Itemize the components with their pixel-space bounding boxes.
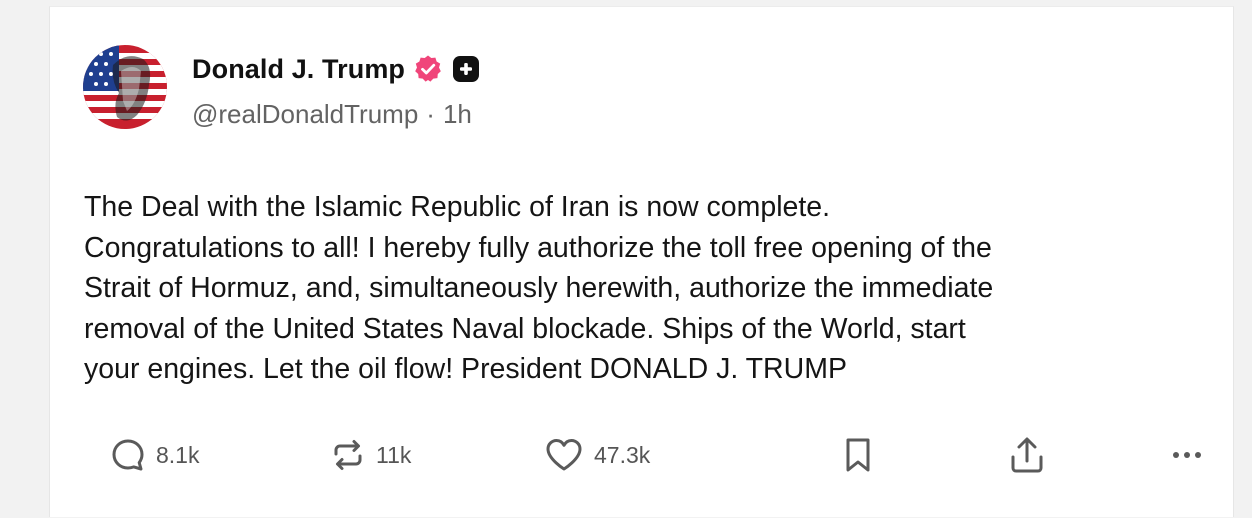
author-name[interactable]: Donald J. Trump [192, 54, 405, 85]
bookmark-icon [846, 438, 870, 472]
share-upload-icon [1011, 437, 1043, 473]
author-handle[interactable]: @realDonaldTrump [192, 99, 418, 130]
more-dots-icon [1173, 452, 1201, 458]
post-text: The Deal with the Islamic Republic of Ir… [84, 191, 994, 385]
verified-badge-icon [415, 55, 441, 82]
post-actions-bar: 8.1k 11k 47.3k [110, 427, 1201, 483]
like-button[interactable]: 47.3k [544, 427, 650, 483]
repost-count: 11k [376, 441, 412, 468]
repost-button[interactable]: 11k [330, 427, 411, 483]
author-avatar[interactable] [83, 45, 167, 129]
author-name-row: Donald J. Trump [192, 49, 480, 89]
page-background: Donald J. Trump @realDonaldTrump · 1h Th… [0, 0, 1252, 518]
post-card: Donald J. Trump @realDonaldTrump · 1h Th… [49, 6, 1234, 517]
separator-dot: · [426, 99, 435, 129]
share-button[interactable] [1008, 427, 1046, 483]
repost-arrows-icon [334, 440, 362, 470]
more-options-button[interactable] [1172, 427, 1202, 483]
reply-count: 8.1k [156, 441, 200, 468]
post-timestamp[interactable]: 1h [443, 99, 472, 130]
heart-icon [546, 439, 582, 471]
flag-portrait-avatar-icon [83, 45, 167, 129]
plus-badge-icon [453, 56, 480, 82]
reply-bubble-icon [112, 439, 144, 471]
author-handle-row: @realDonaldTrump · 1h [192, 99, 472, 130]
reply-button[interactable]: 8.1k [110, 427, 199, 483]
like-count: 47.3k [594, 441, 651, 468]
bookmark-button[interactable] [842, 427, 874, 483]
